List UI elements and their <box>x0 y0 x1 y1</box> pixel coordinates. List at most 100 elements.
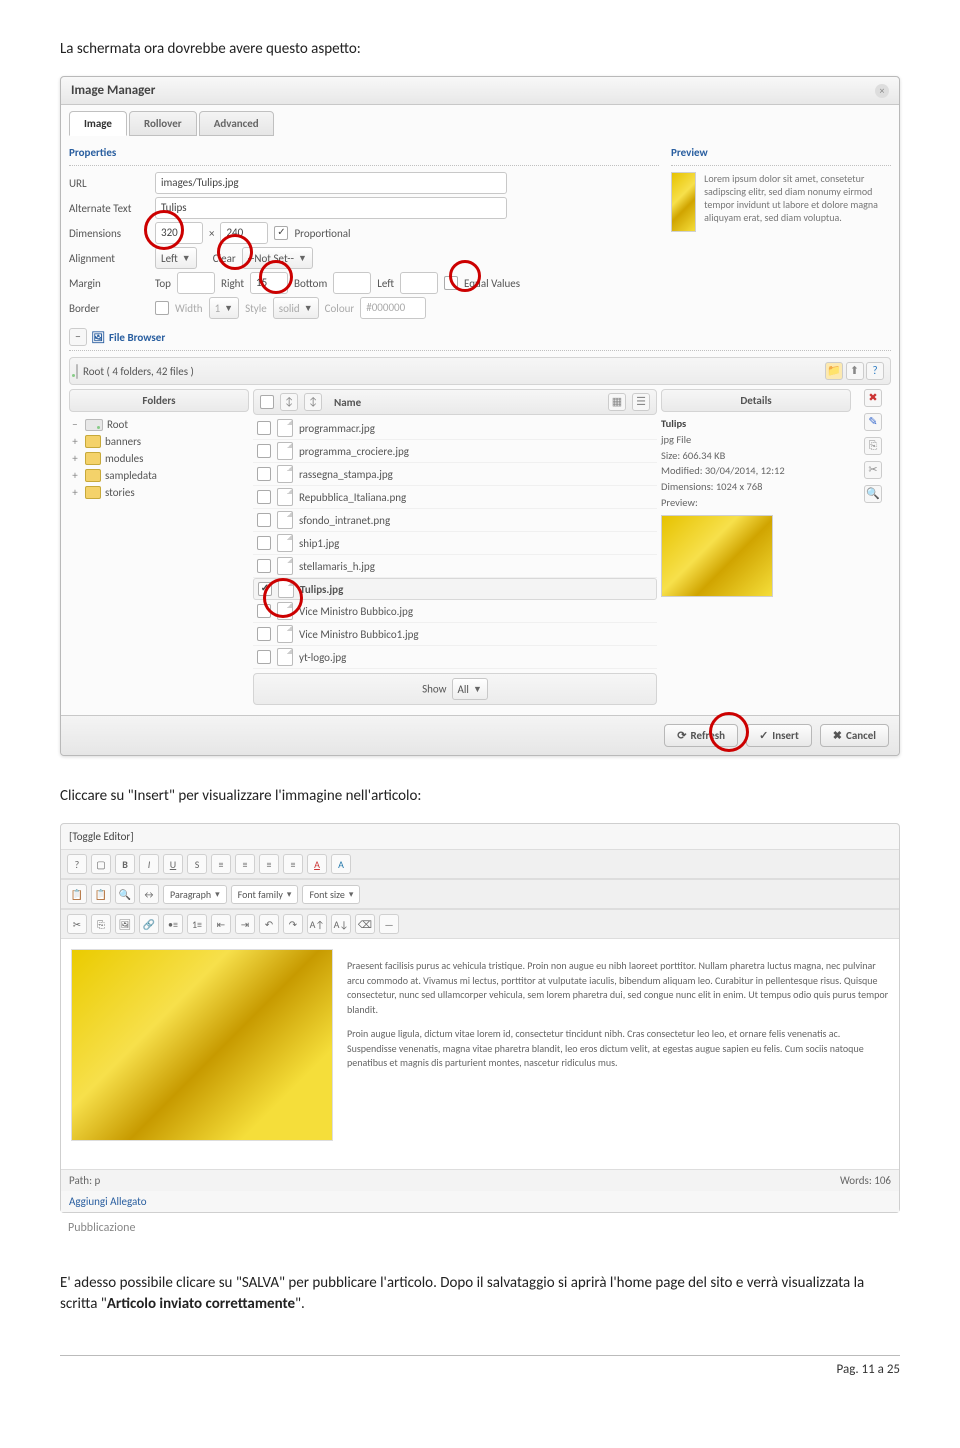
file-row[interactable]: rassegna_stampa.jpg <box>253 463 657 486</box>
minus-icon[interactable]: − <box>69 328 87 346</box>
link-icon[interactable]: 🔗 <box>139 914 159 934</box>
file-checkbox[interactable] <box>257 604 271 618</box>
align-justify-icon[interactable]: ≡ <box>283 854 303 874</box>
new-folder-icon[interactable]: 📁 <box>825 362 843 380</box>
proportional-checkbox[interactable] <box>274 226 288 240</box>
align-left-icon[interactable]: ≡ <box>211 854 231 874</box>
tree-folder[interactable]: modules <box>105 452 143 465</box>
sup-icon[interactable]: A↑ <box>307 914 327 934</box>
file-row[interactable]: yt-logo.jpg <box>253 646 657 669</box>
file-row[interactable]: Tulips.jpg <box>253 578 657 600</box>
tree-folder[interactable]: sampledata <box>105 469 157 482</box>
undo-icon[interactable]: ↶ <box>259 914 279 934</box>
border-width-select[interactable]: 1▼ <box>209 297 240 319</box>
refresh-button[interactable]: ⟳Refresh <box>664 724 738 747</box>
thumb-view-icon[interactable]: ▦ <box>608 393 626 411</box>
cut-icon[interactable]: ✂ <box>67 914 87 934</box>
attach-link[interactable]: Aggiungi Allegato <box>61 1191 899 1212</box>
sort-icon[interactable]: ↕ <box>280 393 298 411</box>
file-row[interactable]: Vice Ministro Bubbico1.jpg <box>253 623 657 646</box>
tab-rollover[interactable]: Rollover <box>129 111 197 136</box>
file-row[interactable]: Repubblica_Italiana.png <box>253 486 657 509</box>
paste-icon[interactable]: 📋 <box>91 884 111 904</box>
ol-icon[interactable]: 1≡ <box>187 914 207 934</box>
font-family-select[interactable]: Font family▾ <box>231 885 299 904</box>
replace-icon[interactable]: ↔ <box>139 884 159 904</box>
margin-top-input[interactable] <box>177 272 215 294</box>
align-center-icon[interactable]: ≡ <box>235 854 255 874</box>
file-row[interactable]: stellamaris_h.jpg <box>253 555 657 578</box>
border-style-select[interactable]: solid▼ <box>273 297 319 319</box>
rename-icon[interactable]: ✎ <box>864 413 882 431</box>
file-checkbox[interactable] <box>257 467 271 481</box>
hr-icon[interactable]: — <box>379 914 399 934</box>
font-size-select[interactable]: Font size▾ <box>302 885 360 904</box>
underline-icon[interactable]: U <box>163 854 183 874</box>
view-icon[interactable]: 🔍 <box>864 485 882 503</box>
width-input[interactable]: 320 <box>155 222 203 244</box>
close-icon[interactable]: × <box>875 84 889 98</box>
file-checkbox[interactable] <box>258 582 272 596</box>
file-checkbox[interactable] <box>257 536 271 550</box>
copy-icon[interactable]: ⎘ <box>91 914 111 934</box>
height-input[interactable]: 240 <box>220 222 268 244</box>
font-color-icon[interactable]: A <box>307 854 327 874</box>
equal-values-checkbox[interactable] <box>444 276 458 290</box>
find-icon[interactable]: 🔍 <box>115 884 135 904</box>
file-checkbox[interactable] <box>257 559 271 573</box>
toggle-editor-link[interactable]: [Toggle Editor] <box>61 824 899 849</box>
cut-icon[interactable]: ✂ <box>864 461 882 479</box>
copy-icon[interactable]: ⎘ <box>864 437 882 455</box>
upload-icon[interactable]: ⬆ <box>846 362 864 380</box>
redo-icon[interactable]: ↷ <box>283 914 303 934</box>
file-checkbox[interactable] <box>257 444 271 458</box>
select-all-checkbox[interactable] <box>260 395 274 409</box>
bg-color-icon[interactable]: A <box>331 854 351 874</box>
tab-image[interactable]: Image <box>69 111 127 136</box>
file-checkbox[interactable] <box>257 627 271 641</box>
delete-icon[interactable]: ✖ <box>864 389 882 407</box>
clear-format-icon[interactable]: ⌫ <box>355 914 375 934</box>
margin-right-input[interactable]: 15 <box>250 272 288 294</box>
strike-icon[interactable]: S <box>187 854 207 874</box>
align-right-icon[interactable]: ≡ <box>259 854 279 874</box>
file-row[interactable]: programma_crociere.jpg <box>253 440 657 463</box>
file-row[interactable]: ship1.jpg <box>253 532 657 555</box>
italic-icon[interactable]: I <box>139 854 159 874</box>
image-icon[interactable]: 🖼 <box>115 914 135 934</box>
ul-icon[interactable]: •≡ <box>163 914 183 934</box>
show-select[interactable]: All▼ <box>452 678 488 700</box>
border-colour-input[interactable]: #000000 <box>360 297 426 319</box>
alignment-select[interactable]: Left▼ <box>155 247 197 269</box>
sort-icon[interactable]: ↕ <box>304 393 322 411</box>
tree-folder[interactable]: banners <box>105 435 141 448</box>
outdent-icon[interactable]: ⇤ <box>211 914 231 934</box>
indent-icon[interactable]: ⇥ <box>235 914 255 934</box>
url-input[interactable]: images/Tulips.jpg <box>155 172 507 194</box>
file-checkbox[interactable] <box>257 421 271 435</box>
list-view-icon[interactable]: ☰ <box>632 393 650 411</box>
paragraph-select[interactable]: Paragraph▾ <box>163 885 227 904</box>
sub-icon[interactable]: A↓ <box>331 914 351 934</box>
paste-icon[interactable]: 📋 <box>67 884 87 904</box>
file-checkbox[interactable] <box>257 513 271 527</box>
file-row[interactable]: Vice Ministro Bubbico.jpg <box>253 600 657 623</box>
cancel-button[interactable]: ✖Cancel <box>820 724 889 747</box>
tree-folder[interactable]: stories <box>105 486 135 499</box>
help-icon[interactable]: ? <box>866 362 884 380</box>
alt-input[interactable]: Tulips <box>155 197 507 219</box>
margin-left-input[interactable] <box>400 272 438 294</box>
file-checkbox[interactable] <box>257 490 271 504</box>
file-row[interactable]: programmacr.jpg <box>253 417 657 440</box>
new-icon[interactable]: ▢ <box>91 854 111 874</box>
border-enable-checkbox[interactable] <box>155 301 169 315</box>
tree-root[interactable]: Root <box>107 418 128 431</box>
help-icon[interactable]: ? <box>67 854 87 874</box>
file-checkbox[interactable] <box>257 650 271 664</box>
insert-button[interactable]: ✓Insert <box>746 724 812 747</box>
margin-bottom-input[interactable] <box>333 272 371 294</box>
tab-advanced[interactable]: Advanced <box>199 111 274 136</box>
clear-select[interactable]: --Not Set--▼ <box>242 247 313 269</box>
bold-icon[interactable]: B <box>115 854 135 874</box>
file-row[interactable]: sfondo_intranet.png <box>253 509 657 532</box>
